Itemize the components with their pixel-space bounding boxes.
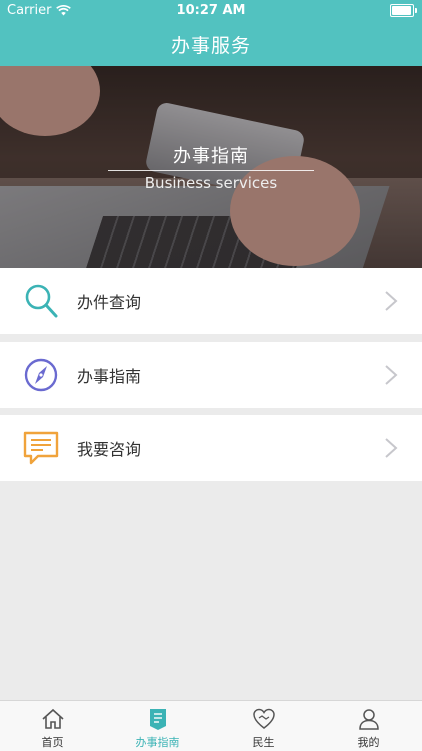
user-icon: [359, 709, 379, 730]
menu-item-label: 办事指南: [77, 367, 142, 386]
banner-title: 办事指南: [173, 146, 249, 167]
battery-icon: [390, 4, 417, 17]
chevron-right-icon: [385, 365, 398, 385]
status-bar: Carrier 10:27 AM: [0, 0, 422, 22]
heart-handshake-icon: [253, 708, 275, 729]
tab-bar: 首页 办事指南 民生 我的: [0, 700, 422, 751]
home-icon: [42, 708, 64, 729]
tab-label: 我的: [357, 736, 380, 749]
compass-icon: [24, 358, 58, 392]
tab-label: 办事指南: [135, 736, 180, 749]
guide-icon: [150, 709, 166, 730]
chat-icon: [23, 431, 59, 465]
banner-divider: [108, 170, 314, 171]
menu-item-consult[interactable]: 我要咨询: [0, 415, 422, 481]
menu-item-guide[interactable]: 办事指南: [0, 342, 422, 408]
banner[interactable]: 办事指南 Business services: [0, 66, 422, 268]
header: Carrier 10:27 AM 办事服务: [0, 0, 422, 66]
tab-livelihood[interactable]: 民生: [211, 701, 316, 751]
search-icon: [25, 284, 58, 318]
menu-item-label: 办件查询: [77, 293, 142, 312]
tab-home[interactable]: 首页: [0, 701, 105, 751]
tab-label: 民生: [252, 736, 275, 749]
menu-item-query[interactable]: 办件查询: [0, 268, 422, 334]
banner-subtitle: Business services: [144, 174, 278, 192]
menu-item-label: 我要咨询: [77, 440, 142, 459]
page-title: 办事服务: [170, 35, 251, 57]
tab-guide[interactable]: 办事指南: [105, 701, 210, 751]
clock: 10:27 AM: [176, 3, 246, 18]
tab-mine[interactable]: 我的: [316, 701, 421, 751]
tab-label: 首页: [41, 736, 64, 749]
chevron-right-icon: [385, 438, 398, 458]
chevron-right-icon: [385, 291, 398, 311]
